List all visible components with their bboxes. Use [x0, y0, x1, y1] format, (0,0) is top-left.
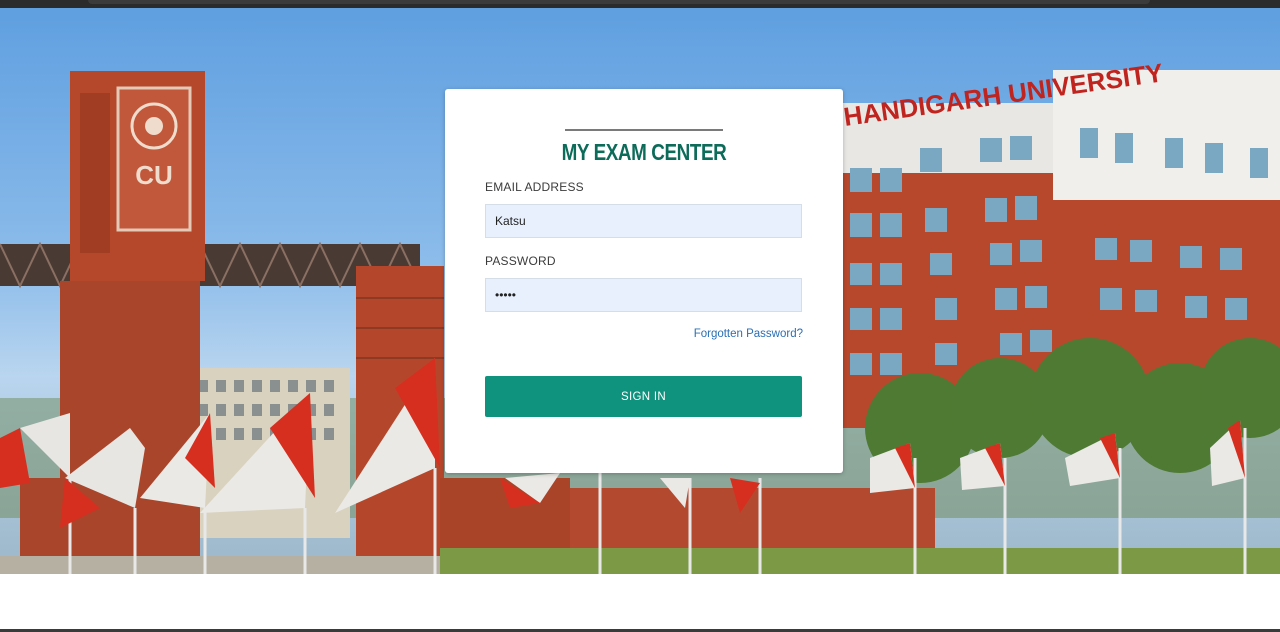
- email-label: EMAIL ADDRESS: [485, 180, 584, 194]
- site-logo: MY EXAM CENTER: [561, 139, 727, 165]
- login-card: MY EXAM CENTER EMAIL ADDRESS PASSWORD Fo…: [445, 89, 843, 473]
- password-label: PASSWORD: [485, 254, 556, 268]
- sign-in-button[interactable]: SIGN IN: [485, 376, 802, 417]
- password-field[interactable]: [485, 278, 802, 312]
- email-field[interactable]: [485, 204, 802, 238]
- tower-logo-text: CU: [135, 160, 173, 190]
- page-footer-area: [0, 574, 1280, 629]
- logo-divider: [565, 129, 723, 131]
- browser-top-bar: [0, 0, 1280, 8]
- browser-tab-strip: [88, 0, 1150, 4]
- forgot-password-link[interactable]: Forgotten Password?: [694, 328, 803, 340]
